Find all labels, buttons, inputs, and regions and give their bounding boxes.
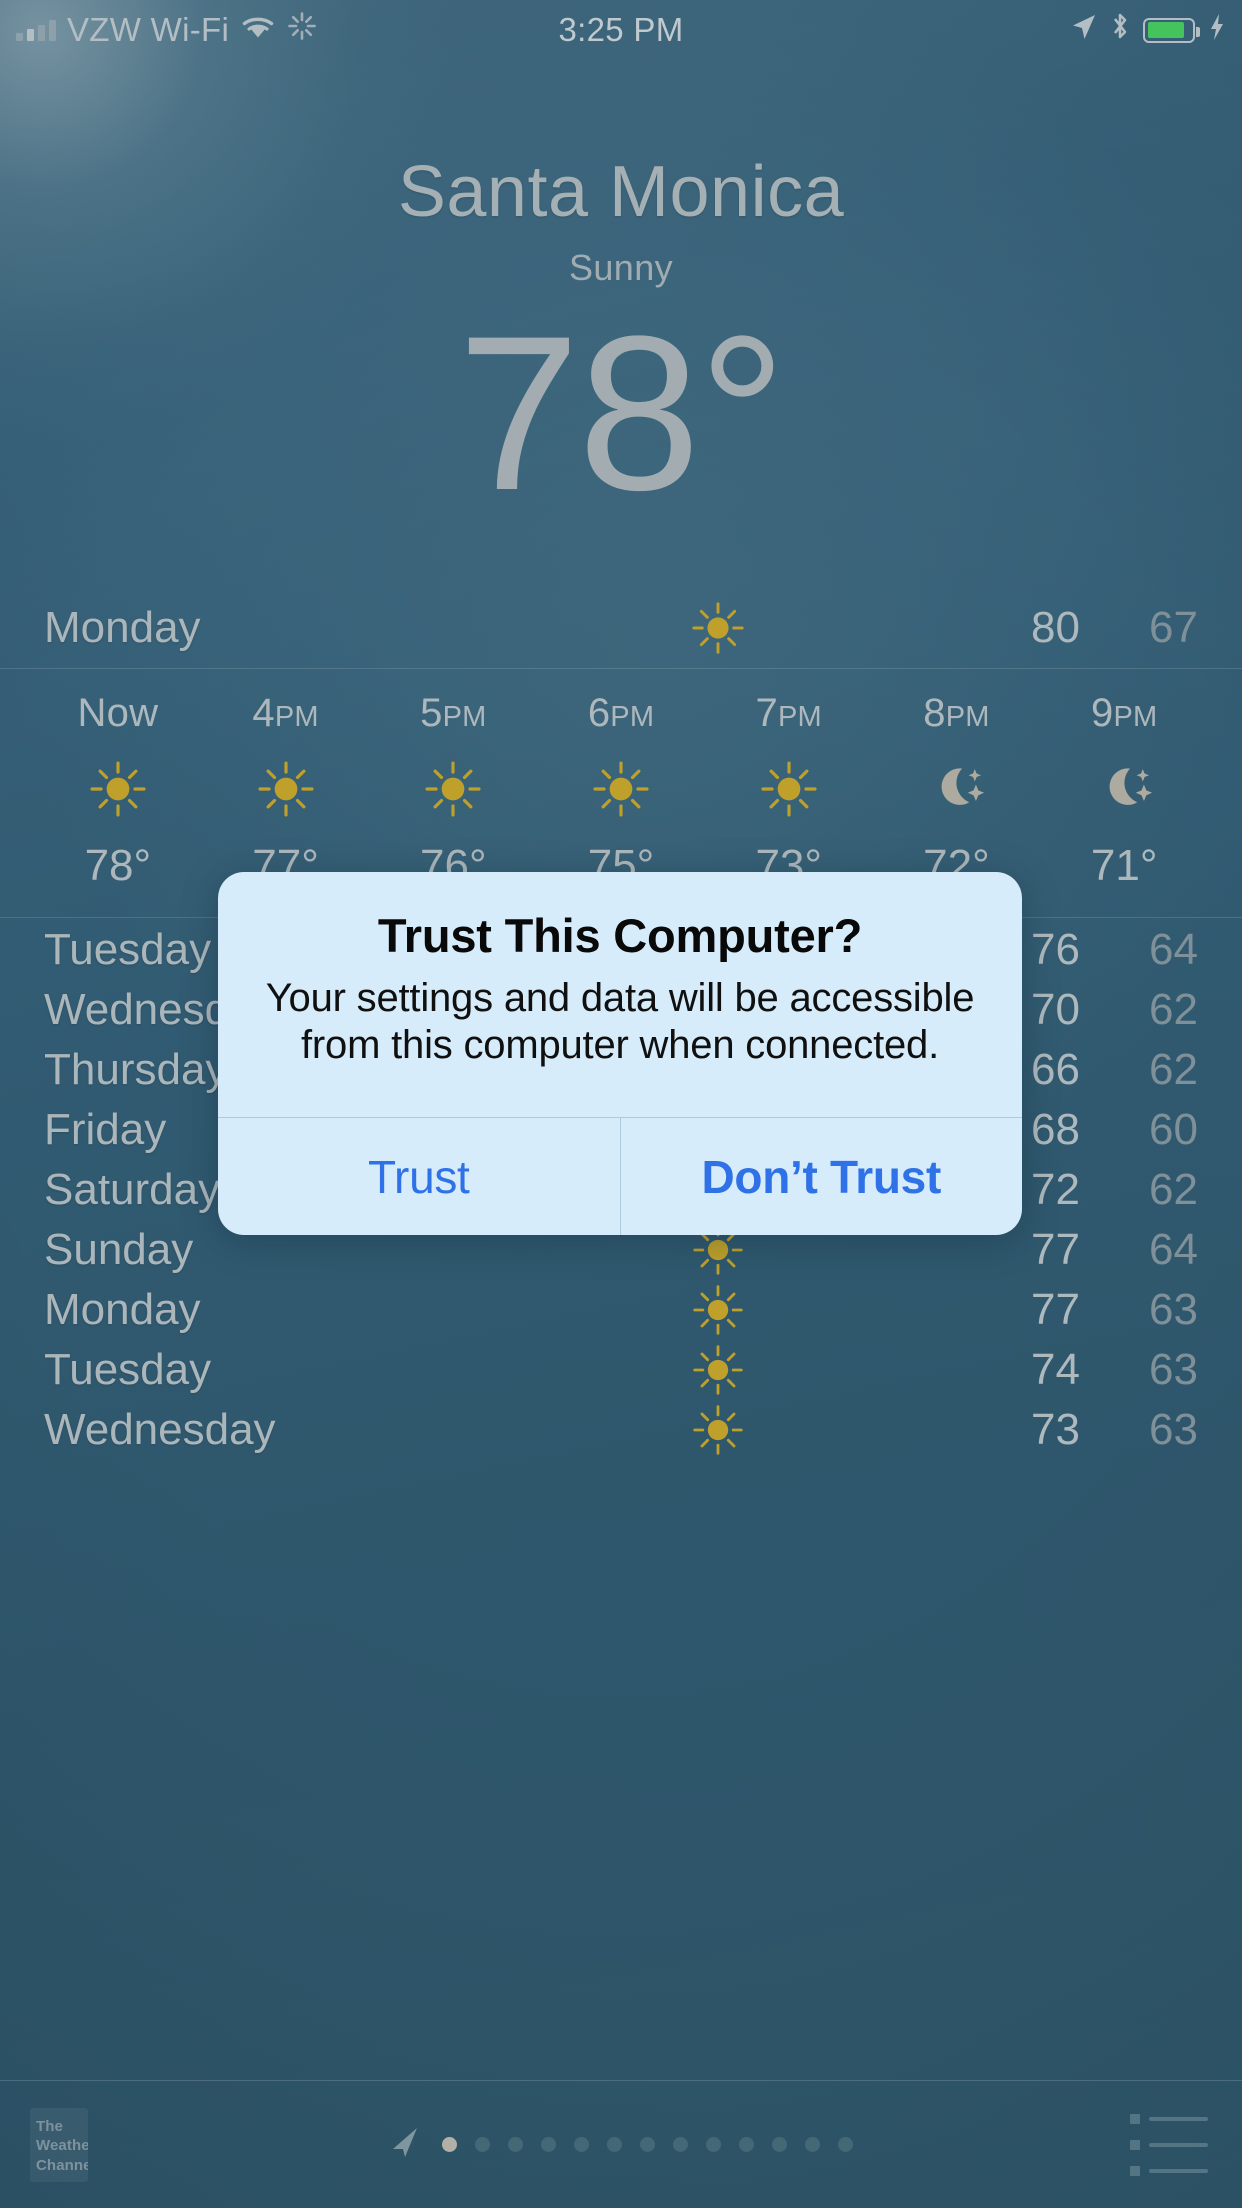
dialog-message: Your settings and data will be accessibl…	[265, 976, 975, 1068]
trust-button[interactable]: Trust	[218, 1118, 620, 1235]
dont-trust-button[interactable]: Don’t Trust	[619, 1118, 1023, 1236]
trust-computer-dialog: Trust This Computer? Your settings and d…	[218, 872, 1023, 1236]
dialog-title: Trust This Computer?	[377, 909, 863, 962]
dialog-body: Trust This Computer? Your settings and d…	[218, 872, 1022, 1117]
dialog-actions: Trust Don’t Trust	[218, 1117, 1023, 1236]
